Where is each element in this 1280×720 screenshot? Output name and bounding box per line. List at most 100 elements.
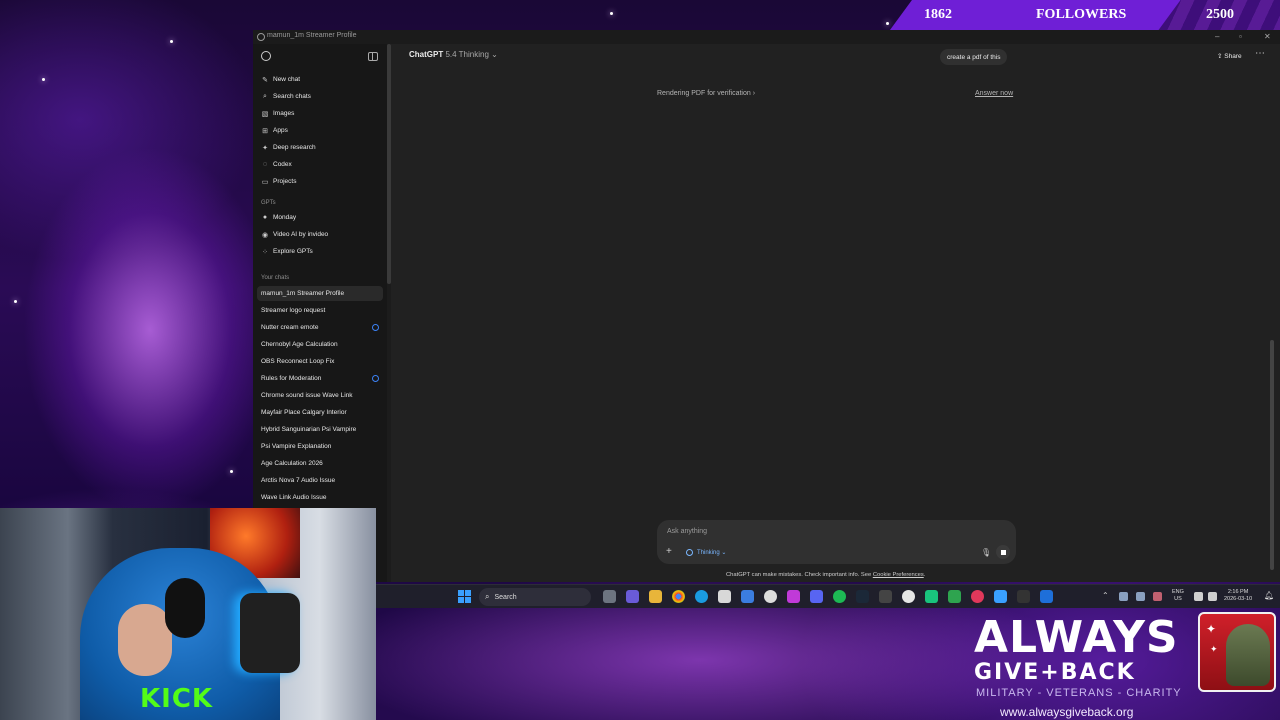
chat-history-item[interactable]: Arctis Nova 7 Audio Issue [257, 473, 383, 488]
volume-icon[interactable] [1208, 592, 1217, 601]
chat-history-label: Streamer logo request [261, 307, 326, 314]
lang-region: US [1174, 596, 1182, 602]
widgets-icon[interactable] [626, 590, 639, 603]
app-icon [257, 33, 265, 41]
sidebar-item-label: Search chats [273, 93, 311, 100]
openai-logo-icon[interactable] [261, 51, 271, 61]
chat-history-label: Arctis Nova 7 Audio Issue [261, 477, 336, 484]
tray-mic-icon[interactable] [1153, 592, 1162, 601]
thinking-icon [686, 549, 693, 556]
steam-icon[interactable] [856, 590, 869, 603]
elgato-icon[interactable] [879, 590, 892, 603]
invideo-icon: ◉ [261, 231, 269, 239]
edge-icon[interactable] [695, 590, 708, 603]
chat-history-item[interactable]: Chernobyl Age Calculation [257, 337, 383, 352]
pending-response-icon [372, 324, 379, 331]
sidebar-item-apps[interactable]: ⊞ Apps [257, 123, 383, 138]
chatgpt-taskbar-icon[interactable] [902, 590, 915, 603]
sidebar-gpt-video-ai[interactable]: ◉ Video AI by invideo [257, 227, 383, 242]
more-options-icon[interactable]: ⋯ [1255, 48, 1265, 59]
windows-start-icon[interactable] [458, 590, 472, 604]
chat-history-item[interactable]: Streamer logo request [257, 303, 383, 318]
taskbar-clock[interactable]: 2:16 PM 2026-03-10 [1224, 589, 1252, 603]
sidebar-toggle-icon[interactable] [368, 52, 378, 61]
cam-headphones [165, 578, 205, 638]
chat-history-item[interactable]: Chrome sound issue Wave Link [257, 388, 383, 403]
task-view-icon[interactable] [603, 590, 616, 603]
tray-steam-icon[interactable] [1136, 592, 1145, 601]
close-button[interactable]: ✕ [1264, 32, 1271, 42]
monday-avatar-icon: ● [262, 214, 268, 221]
window-title: mamun_1m Streamer Profile [267, 32, 357, 39]
sidebar-explore-gpts[interactable]: ⁘ Explore GPTs [257, 244, 383, 259]
sidebar-gpt-monday[interactable]: ● Monday [257, 210, 383, 225]
chat-history-item[interactable]: Mayfair Place Calgary Interior [257, 405, 383, 420]
cookie-preferences-link[interactable]: Cookie Preferences [873, 572, 924, 578]
followers-current: 1862 [924, 7, 952, 22]
obs-icon[interactable] [764, 590, 777, 603]
cam-streamer-face [118, 604, 172, 676]
chat-history-item[interactable]: Rules for Moderation [257, 371, 383, 386]
chat-history-item[interactable]: OBS Reconnect Loop Fix [257, 354, 383, 369]
file-explorer-icon[interactable] [649, 590, 662, 603]
discord-icon[interactable] [810, 590, 823, 603]
network-icon[interactable] [1194, 592, 1203, 601]
vscode-icon[interactable] [1040, 590, 1053, 603]
minimize-button[interactable]: – [1215, 32, 1219, 42]
plus-icon[interactable]: + [666, 547, 672, 557]
your-chats-heading: Your chats [261, 275, 290, 281]
model-version: 5.4 Thinking [445, 50, 489, 59]
composer[interactable]: Ask anything + Thinking ⌄ 🎙︎ [657, 520, 1016, 564]
disclaimer-end: . [923, 572, 926, 578]
chat-history-item[interactable]: Hybrid Sanguinarian Psi Vampire [257, 422, 383, 437]
input-language[interactable]: ENG US [1172, 589, 1184, 603]
main-scrollbar[interactable] [1268, 44, 1276, 582]
sidebar-item-images[interactable]: ▧ Images [257, 106, 383, 121]
answer-now-link[interactable]: Answer now [975, 90, 1013, 97]
tray-overflow-icon[interactable]: ⌃ [1102, 591, 1109, 600]
followers-label: FOLLOWERS [1036, 7, 1127, 22]
prompt-input-placeholder[interactable]: Ask anything [667, 528, 707, 535]
taskbar-search[interactable]: ⌕ Search [479, 588, 591, 606]
star [610, 12, 613, 15]
streamlabs-icon[interactable] [787, 590, 800, 603]
star-icon: ✦ [1210, 644, 1218, 654]
chat-history-item[interactable]: Nutter cream emote [257, 320, 383, 335]
maps-pin-icon[interactable] [971, 590, 984, 603]
sidebar-item-new-chat[interactable]: ✎ New chat [257, 72, 383, 87]
tray-cloud-icon[interactable] [1119, 592, 1128, 601]
maximize-button[interactable]: ▫ [1239, 32, 1242, 42]
sidebar-item-search-chats[interactable]: ⌕ Search chats [257, 89, 383, 104]
spotify-icon[interactable] [833, 590, 846, 603]
app-green-icon[interactable] [925, 590, 938, 603]
store-icon[interactable] [718, 590, 731, 603]
microphone-icon[interactable]: 🎙︎ [981, 548, 991, 557]
terminal-icon[interactable] [1017, 590, 1030, 603]
always-give-back-logo: ALWAYS GIVE+BACK MILITARY - VETERANS - C… [960, 612, 1190, 720]
cam-microphone [240, 593, 300, 673]
sidebar-item-projects[interactable]: ▭ Projects [257, 174, 383, 189]
chat-history-item[interactable]: Age Calculation 2026 [257, 456, 383, 471]
model-selector[interactable]: ChatGPT 5.4 Thinking ⌄ [409, 50, 498, 59]
chat-history-item[interactable]: Wave Link Audio Issue [257, 490, 383, 505]
lang-code: ENG [1172, 589, 1184, 595]
app-gallery-icon[interactable] [948, 590, 961, 603]
chat-history-label: Chernobyl Age Calculation [261, 341, 338, 348]
thinking-status[interactable]: Rendering PDF for verification › [657, 90, 755, 97]
chat-history-item[interactable]: mamun_1m Streamer Profile [257, 286, 383, 301]
stop-generating-button[interactable] [996, 545, 1010, 559]
model-name: ChatGPT [409, 50, 444, 59]
thinking-mode-pill[interactable]: Thinking ⌄ [683, 547, 729, 558]
sidebar-item-deep-research[interactable]: ✦ Deep research [257, 140, 383, 155]
search-icon: ⌕ [485, 592, 490, 601]
mail-icon[interactable] [741, 590, 754, 603]
chrome-icon[interactable] [672, 590, 685, 603]
star [42, 78, 45, 81]
sidebar-item-label: New chat [273, 76, 301, 83]
sidebar-item-codex[interactable]: ◌ Codex [257, 157, 383, 172]
share-button[interactable]: ⇪ Share [1217, 52, 1242, 60]
chat-history-item[interactable]: Psi Vampire Explanation [257, 439, 383, 454]
main-scroll-thumb[interactable] [1270, 340, 1274, 570]
notification-bell-icon[interactable]: 🔔︎ [1264, 591, 1274, 600]
notepad-icon[interactable] [994, 590, 1007, 603]
